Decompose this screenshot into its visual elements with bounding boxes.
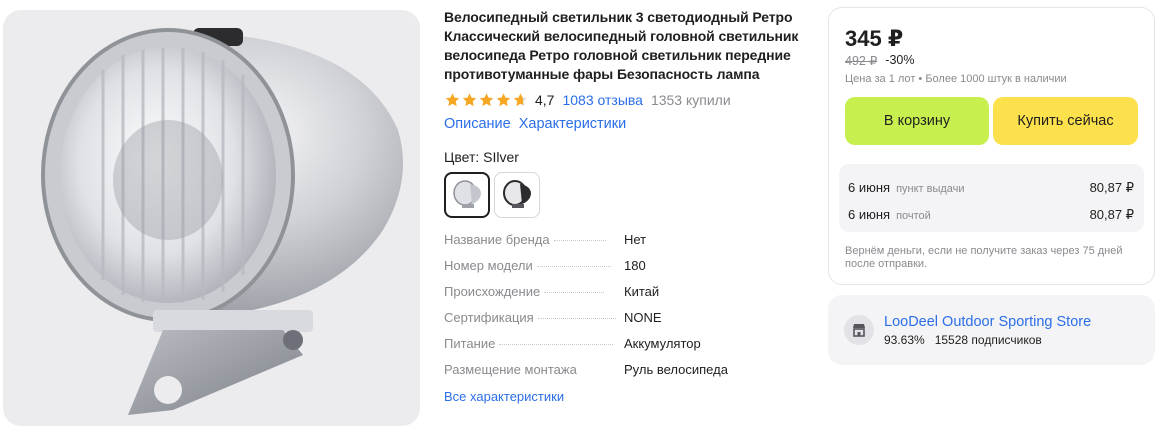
- spec-value: 180: [624, 258, 646, 273]
- bicycle-headlight-image: [41, 28, 403, 415]
- star-icon: [479, 93, 494, 107]
- product-title: Велосипедный светильник 3 светодиодный Р…: [444, 9, 799, 82]
- old-price-row: 492 ₽ -30%: [845, 53, 914, 68]
- spec-value: NONE: [624, 310, 662, 325]
- headlight-thumbnail-icon: [503, 180, 531, 208]
- delivery-price: 80,87 ₽: [1089, 180, 1134, 195]
- store-icon: [853, 324, 865, 337]
- product-tabs: Описание Характеристики: [444, 116, 804, 132]
- spec-value: Нет: [624, 232, 647, 247]
- delivery-method: почтой: [896, 210, 931, 222]
- spec-dots: [537, 318, 616, 319]
- headlight-thumbnail-icon: [453, 180, 481, 208]
- star-icon: [496, 93, 511, 107]
- rating-value: 4,7: [535, 92, 555, 108]
- spec-name: Питание: [444, 336, 496, 351]
- rating-row: 4,7 1083 отзыва 1353 купили: [444, 90, 804, 110]
- delivery-date: 6 июня: [848, 180, 891, 195]
- spec-name: Название бренда: [444, 232, 550, 247]
- color-label: Цвет: SIlver: [444, 149, 519, 165]
- spec-dots: [544, 292, 605, 293]
- color-swatches: [444, 172, 804, 218]
- specs-list: Название бренда Нет Номер модели 180 Про…: [444, 232, 804, 406]
- store-rating: 93.63%: [884, 333, 925, 347]
- stock-note: Цена за 1 лот • Более 1000 штук в наличи…: [845, 73, 1067, 85]
- spec-row: Сертификация NONE: [444, 310, 804, 336]
- spec-name: Номер модели: [444, 258, 533, 273]
- spec-dots: [499, 344, 614, 345]
- tab-description[interactable]: Описание: [444, 116, 511, 132]
- delivery-date: 6 июня: [848, 207, 891, 222]
- product-info: Велосипедный светильник 3 светодиодный Р…: [444, 8, 804, 406]
- discount-badge: -30%: [885, 53, 915, 67]
- color-swatch-black[interactable]: [494, 172, 540, 218]
- star-icon: [462, 93, 477, 107]
- buy-now-button[interactable]: Купить сейчас: [993, 97, 1138, 145]
- spec-value: Руль велосипеда: [624, 362, 728, 377]
- all-specs-link[interactable]: Все характеристики: [444, 389, 564, 404]
- store-card[interactable]: LooDeel Outdoor Sporting Store 93.63% 15…: [828, 295, 1155, 365]
- color-swatch-silver[interactable]: [444, 172, 490, 218]
- spec-row: Происхождение Китай: [444, 284, 804, 310]
- store-subscribers: 15528 подписчиков: [934, 333, 1042, 347]
- tab-characteristics[interactable]: Характеристики: [519, 116, 627, 132]
- spec-value: Аккумулятор: [624, 336, 701, 351]
- old-price: 492 ₽: [845, 54, 878, 68]
- store-avatar: [844, 315, 874, 345]
- store-stats: 93.63% 15528 подписчиков: [884, 333, 1042, 347]
- spec-dots: [536, 266, 611, 267]
- delivery-options: 6 июня пункт выдачи 80,87 ₽ 6 июня почто…: [839, 164, 1144, 232]
- refund-note: Вернём деньги, если не получите заказ че…: [845, 245, 1123, 270]
- reviews-link[interactable]: 1083 отзыва: [562, 92, 642, 108]
- delivery-price: 80,87 ₽: [1089, 207, 1134, 222]
- spec-value: Китай: [624, 284, 660, 299]
- store-name-link[interactable]: LooDeel Outdoor Sporting Store: [884, 314, 1091, 330]
- spec-row: Питание Аккумулятор: [444, 336, 804, 362]
- spec-name: Происхождение: [444, 284, 541, 299]
- spec-row: Размещение монтажа Руль велосипеда: [444, 362, 804, 388]
- spec-row: Название бренда Нет: [444, 232, 804, 258]
- spec-name: Размещение монтажа: [444, 362, 577, 377]
- star-icon: [445, 93, 460, 107]
- buy-card: 345 ₽ 492 ₽ -30% Цена за 1 лот • Более 1…: [828, 7, 1155, 285]
- delivery-option[interactable]: 6 июня пункт выдачи 80,87 ₽: [848, 180, 1134, 196]
- rating-stars: [444, 92, 529, 108]
- delivery-option[interactable]: 6 июня почтой 80,87 ₽: [848, 207, 1134, 223]
- price: 345 ₽: [845, 26, 904, 51]
- product-image[interactable]: [3, 10, 420, 426]
- spec-dots: [553, 240, 606, 241]
- add-to-cart-button[interactable]: В корзину: [845, 97, 989, 145]
- purchases-count: 1353 купили: [650, 92, 731, 108]
- spec-row: Номер модели 180: [444, 258, 804, 284]
- spec-name: Сертификация: [444, 310, 534, 325]
- half-star-icon: [513, 93, 528, 107]
- delivery-method: пункт выдачи: [896, 183, 965, 195]
